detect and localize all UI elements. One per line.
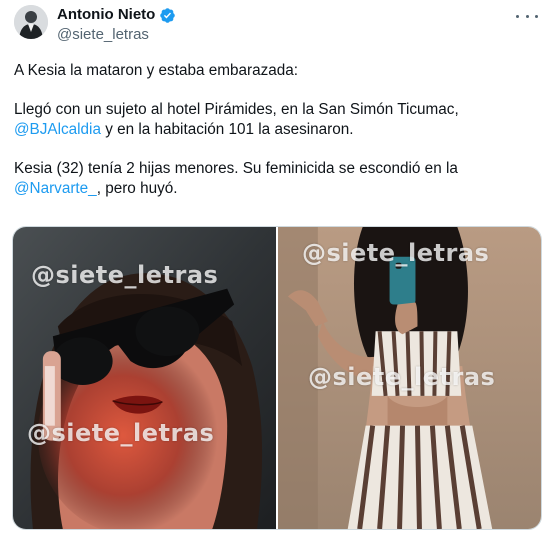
verified-badge-icon (159, 7, 176, 24)
more-options-icon[interactable] (516, 9, 538, 23)
tweet-text-span: Kesia (32) tenía 2 hijas menores. Su fem… (14, 160, 458, 177)
watermark-text: @siete_letras (31, 261, 219, 289)
tweet-text: A Kesia la mataron y estaba embarazada: … (14, 61, 540, 199)
tweet-line-1: A Kesia la mataron y estaba embarazada: (14, 62, 299, 79)
author-block: Antonio Nieto @siete_letras (57, 6, 176, 44)
photo-1[interactable]: @siete_letras @siete_letras (13, 227, 276, 529)
mention-narvarte[interactable]: @Narvarte_ (14, 180, 97, 197)
tweet-paragraph-2: Llegó con un sujeto al hotel Pirámides, … (14, 100, 540, 140)
tweet-paragraph-3: Kesia (32) tenía 2 hijas menores. Su fem… (14, 159, 540, 199)
watermark-text: @siete_letras (27, 419, 215, 447)
photo-2[interactable]: @siete_letras @siete_letras (278, 227, 541, 529)
tweet-card: Antonio Nieto @siete_letras A Kesia la m… (0, 0, 554, 543)
mention-bjalcaldia[interactable]: @BJAlcaldia (14, 121, 101, 138)
profile-photo (14, 5, 48, 39)
watermark-text: @siete_letras (302, 239, 490, 267)
media-grid: @siete_letras @siete_letras @siete_letra… (12, 226, 542, 530)
author-handle[interactable]: @siete_letras (57, 25, 176, 44)
author-display-name[interactable]: Antonio Nieto (57, 6, 155, 24)
tweet-header: Antonio Nieto @siete_letras (14, 5, 540, 45)
tweet-text-span: , pero huyó. (96, 180, 178, 197)
watermark-text: @siete_letras (308, 363, 496, 391)
tweet-text-span: Llegó con un sujeto al hotel Pirámides, … (14, 101, 459, 118)
tweet-text-span: y en la habitación 101 la asesinaron. (100, 121, 354, 138)
avatar[interactable] (14, 5, 48, 39)
